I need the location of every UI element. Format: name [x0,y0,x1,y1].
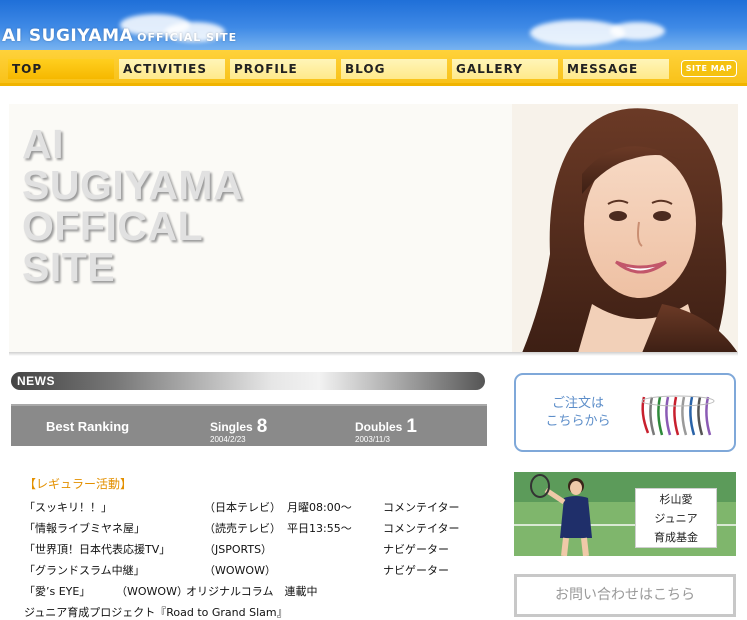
nav-gallery[interactable]: GALLERY [452,59,558,79]
activity-program: 「世界頂！日本代表応援TV」 [24,543,171,556]
activity-time: 月曜08:00～ [287,501,352,514]
hero-divider [9,352,738,356]
activity-program: 「情報ライブミヤネ屋」 [24,522,145,535]
nav-message-label: MESSAGE [567,62,639,76]
junior-fund-banner[interactable]: 杉山愛 ジュニア 育成基金 [514,472,736,556]
activities-heading: 【レギュラー活動】 [24,477,133,491]
singles-date: 2004/2/23 [210,435,246,444]
order-text-line: ご注文は [551,396,604,411]
singles-value: 8 [256,416,268,437]
junior-fund-label-line: 杉山愛 [659,493,693,506]
hero-title: AI SUGIYAMA OFFICAL SITE [22,124,352,288]
activity-channel: （WOWOW） [204,564,276,577]
nav-top[interactable]: TOP [8,59,114,79]
main-navigation: TOP ACTIVITIES PROFILE BLOG GALLERY MESS… [0,50,747,86]
portrait-photo [512,104,738,353]
order-text: ご注文は こちらから [538,395,618,431]
activity-channel: （日本テレビ） [204,501,281,514]
nav-profile-label: PROFILE [234,62,298,76]
doubles-date: 2003/11/3 [355,435,390,444]
singles-label: Singles [210,420,253,434]
doubles-value: 1 [406,416,417,437]
news-heading: NEWS [11,372,485,390]
order-banner[interactable]: ご注文は こちらから [514,373,736,452]
junior-fund-label-line: 育成基金 [654,531,698,544]
hero-title-line: AI [22,121,64,167]
junior-fund-label: 杉山愛 ジュニア 育成基金 [635,488,717,548]
nav-gallery-label: GALLERY [456,62,523,76]
sitemap-button[interactable]: SITE MAP [681,60,737,77]
site-title: AI SUGIYAMA [2,26,134,46]
site-logo[interactable]: AI SUGIYAMA OFFICIAL SITE [2,26,237,46]
nav-blog-label: BLOG [345,62,386,76]
contact-button[interactable]: お問い合わせはこちら [514,574,736,617]
racket-strings-icon [641,395,715,436]
activity-channel: （WOWOW） [116,585,188,598]
hero-title-line: OFFICAL [22,203,204,249]
activity-role: ナビゲーター [383,564,449,577]
junior-fund-label-line: ジュニア [654,512,698,525]
order-text-line: こちらから [545,414,611,429]
activity-program: 「愛’s EYE」 [24,585,91,598]
hero-title-line: SITE [22,244,116,290]
cloud-decoration [610,22,665,40]
ranking-panel: Best Ranking Singles 8 2004/2/23 Doubles 1… [11,404,487,446]
activity-project: ジュニア育成プロジェクト『Road to Grand Slam』 [24,606,288,619]
nav-activities-label: ACTIVITIES [123,62,207,76]
activity-channel: （読売テレビ） [204,522,281,535]
doubles-label: Doubles [355,420,403,434]
hero-title-line: SUGIYAMA [22,162,244,208]
activity-channel: （JSPORTS） [204,543,273,556]
activity-program: 「スッキリ！！」 [24,501,112,514]
nav-activities[interactable]: ACTIVITIES [119,59,225,79]
activity-program: 「グランドスラム中継」 [24,564,145,577]
nav-message[interactable]: MESSAGE [563,59,669,79]
activity-role: コメンテイター [383,501,460,514]
site-subtitle: OFFICIAL SITE [137,31,238,44]
activity-note: オリジナルコラム 連載中 [186,585,318,598]
ranking-label: Best Ranking [46,419,130,434]
activity-role: ナビゲーター [383,543,449,556]
singles-ranking: Singles 8 [210,415,267,437]
nav-blog[interactable]: BLOG [341,59,447,79]
nav-top-label: TOP [12,62,43,76]
hero-banner: AI SUGIYAMA OFFICAL SITE [9,104,738,353]
header-sky-banner: AI SUGIYAMA OFFICIAL SITE [0,0,747,50]
nav-profile[interactable]: PROFILE [230,59,336,79]
activity-time: 平日13:55～ [287,522,352,535]
doubles-ranking: Doubles 1 [355,415,417,437]
activity-role: コメンテイター [383,522,460,535]
